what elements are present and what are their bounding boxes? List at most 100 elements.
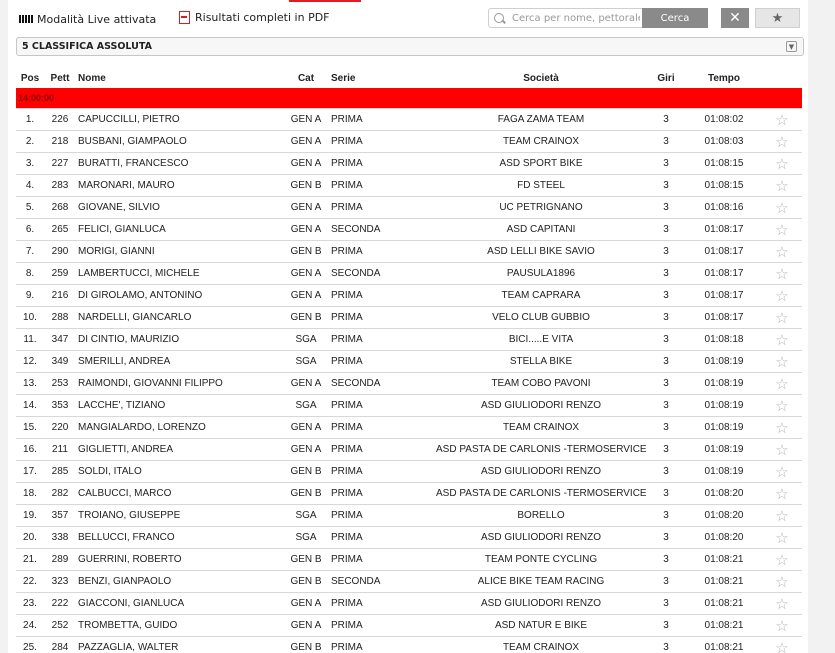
live-mode-toggle[interactable]: Modalità Live attivata (19, 11, 156, 27)
star-outline-icon[interactable]: ☆ (762, 262, 802, 285)
table-row[interactable]: 18. 282 CALBUCCI, MARCO GEN B PRIMA ASD PASTA… (16, 482, 802, 505)
star-outline-icon[interactable]: ☆ (762, 548, 802, 571)
team-cell: VELO CLUB GUBBIO (436, 306, 646, 329)
star-outline-icon[interactable]: ☆ (762, 394, 802, 417)
col-pett[interactable]: Pett (44, 68, 76, 88)
table-row[interactable]: 2. 218 BUSBANI, GIAMPAOLO GEN A PRIMA TEAM CR… (16, 130, 802, 153)
col-giri[interactable]: Giri (646, 68, 686, 88)
table-row[interactable]: 14. 353 LACCHE', TIZIANO SGA PRIMA ASD GIULIO… (16, 394, 802, 417)
table-row[interactable]: 23. 222 GIACCONI, GIANLUCA GEN A PRIMA ASD GI… (16, 592, 802, 615)
bib-cell: 259 (44, 262, 76, 285)
series-cell: PRIMA (326, 416, 436, 439)
col-favorite (762, 68, 802, 88)
category-cell: SGA (286, 328, 326, 351)
star-outline-icon[interactable]: ☆ (762, 240, 802, 263)
col-pos[interactable]: Pos (16, 68, 44, 88)
star-outline-icon[interactable]: ☆ (762, 372, 802, 395)
star-outline-icon[interactable]: ☆ (762, 570, 802, 593)
col-serie[interactable]: Serie (326, 68, 436, 88)
star-outline-icon[interactable]: ☆ (762, 108, 802, 131)
star-outline-icon[interactable]: ☆ (762, 306, 802, 329)
bib-cell: 222 (44, 592, 76, 615)
category-cell: GEN B (286, 548, 326, 571)
table-row[interactable]: 7. 290 MORIGI, GIANNI GEN B PRIMA ASD LELLI B… (16, 240, 802, 263)
laps-cell: 3 (646, 504, 686, 527)
star-outline-icon[interactable]: ☆ (762, 130, 802, 153)
clear-search-button[interactable]: ✕ (721, 8, 749, 28)
team-cell: ASD GIULIODORI RENZO (436, 526, 646, 549)
star-outline-icon[interactable]: ☆ (762, 438, 802, 461)
table-row[interactable]: 15. 220 MANGIALARDO, LORENZO GEN A PRIMA TEAM… (16, 416, 802, 439)
table-row[interactable]: 11. 347 DI CINTIO, MAURIZIO SGA PRIMA BICI...… (16, 328, 802, 351)
pdf-results-link[interactable]: Risultati completi in PDF (179, 11, 330, 24)
table-row[interactable]: 20. 338 BELLUCCI, FRANCO SGA PRIMA ASD GIULIO… (16, 526, 802, 549)
time-cell: 01:08:17 (686, 218, 762, 241)
position-cell: 11. (16, 328, 44, 351)
results-panel: Modalità Live attivata Risultati complet… (8, 0, 808, 653)
table-row[interactable]: 4. 283 MARONARI, MAURO GEN B PRIMA FD STEEL 3 0… (16, 174, 802, 197)
table-row[interactable]: 3. 227 BURATTI, FRANCESCO GEN A PRIMA ASD SPO… (16, 152, 802, 175)
table-row[interactable]: 8. 259 LAMBERTUCCI, MICHELE GEN A SECONDA PAU… (16, 262, 802, 285)
table-row[interactable]: 9. 216 DI GIROLAMO, ANTONINO GEN A PRIMA TEAM… (16, 284, 802, 307)
category-cell: SGA (286, 526, 326, 549)
star-outline-icon[interactable]: ☆ (762, 174, 802, 197)
search-button[interactable]: Cerca (642, 8, 708, 28)
table-row[interactable]: 21. 289 GUERRINI, ROBERTO GEN B PRIMA TEAM PO… (16, 548, 802, 571)
table-row[interactable]: 1. 226 CAPUCCILLI, PIETRO GEN A PRIMA FAGA ZA… (16, 108, 802, 131)
series-cell: PRIMA (326, 174, 436, 197)
star-outline-icon[interactable]: ☆ (762, 350, 802, 373)
classification-select[interactable]: 5 CLASSIFICA ASSOLUTA ▼ (16, 37, 804, 56)
star-outline-icon[interactable]: ☆ (762, 504, 802, 527)
position-cell: 10. (16, 306, 44, 329)
position-cell: 6. (16, 218, 44, 241)
star-outline-icon[interactable]: ☆ (762, 482, 802, 505)
col-nome[interactable]: Nome (76, 68, 286, 88)
table-row[interactable]: 19. 357 TROIANO, GIUSEPPE SGA PRIMA BORELLO 3 0… (16, 504, 802, 527)
table-row[interactable]: 25. 284 PAZZAGLIA, WALTER GEN B PRIMA TEAM CR… (16, 636, 802, 653)
table-row[interactable]: 10. 288 NARDELLI, GIANCARLO GEN B PRIMA VELO … (16, 306, 802, 329)
star-outline-icon[interactable]: ☆ (762, 196, 802, 219)
star-outline-icon[interactable]: ☆ (762, 592, 802, 615)
star-outline-icon[interactable]: ☆ (762, 328, 802, 351)
star-outline-icon[interactable]: ☆ (762, 416, 802, 439)
time-cell: 01:08:20 (686, 482, 762, 505)
table-row[interactable]: 17. 285 SOLDI, ITALO GEN B PRIMA ASD GIULIODO… (16, 460, 802, 483)
col-societa[interactable]: Società (436, 68, 646, 88)
position-cell: 15. (16, 416, 44, 439)
table-row[interactable]: 24. 252 TROMBETTA, GUIDO GEN A PRIMA ASD NATU… (16, 614, 802, 637)
athlete-name-cell: GIGLIETTI, ANDREA (76, 438, 286, 461)
series-cell: PRIMA (326, 526, 436, 549)
search-input[interactable] (510, 11, 642, 25)
table-row[interactable]: 6. 265 FELICI, GIANLUCA GEN A SECONDA ASD CAP… (16, 218, 802, 241)
star-outline-icon[interactable]: ☆ (762, 614, 802, 637)
category-cell: GEN A (286, 284, 326, 307)
laps-cell: 3 (646, 152, 686, 175)
laps-cell: 3 (646, 614, 686, 637)
star-outline-icon[interactable]: ☆ (762, 526, 802, 549)
table-row[interactable]: 5. 268 GIOVANE, SILVIO GEN A PRIMA UC PETRIGN… (16, 196, 802, 219)
favorites-button[interactable]: ★ (755, 8, 800, 28)
position-cell: 23. (16, 592, 44, 615)
star-outline-icon[interactable]: ☆ (762, 284, 802, 307)
star-outline-icon[interactable]: ☆ (762, 152, 802, 175)
position-cell: 25. (16, 636, 44, 653)
time-cell: 01:08:21 (686, 548, 762, 571)
team-cell: TEAM CAPRARA (436, 284, 646, 307)
team-cell: TEAM CRAINOX (436, 416, 646, 439)
col-tempo[interactable]: Tempo (686, 68, 762, 88)
table-row[interactable]: 22. 323 BENZI, GIANPAOLO GEN B SECONDA ALICE … (16, 570, 802, 593)
bib-cell: 347 (44, 328, 76, 351)
star-outline-icon[interactable]: ☆ (762, 460, 802, 483)
table-row[interactable]: 16. 211 GIGLIETTI, ANDREA GEN A PRIMA ASD PAS… (16, 438, 802, 461)
bib-cell: 253 (44, 372, 76, 395)
star-outline-icon[interactable]: ☆ (762, 636, 802, 653)
athlete-name-cell: NARDELLI, GIANCARLO (76, 306, 286, 329)
laps-cell: 3 (646, 196, 686, 219)
bib-cell: 265 (44, 218, 76, 241)
table-row[interactable]: 13. 253 RAIMONDI, GIOVANNI FILIPPO GEN A SEC… (16, 372, 802, 395)
star-outline-icon[interactable]: ☆ (762, 218, 802, 241)
category-cell: SGA (286, 504, 326, 527)
col-cat[interactable]: Cat (286, 68, 326, 88)
category-cell: SGA (286, 394, 326, 417)
table-row[interactable]: 12. 349 SMERILLI, ANDREA SGA PRIMA STELLA BIK… (16, 350, 802, 373)
